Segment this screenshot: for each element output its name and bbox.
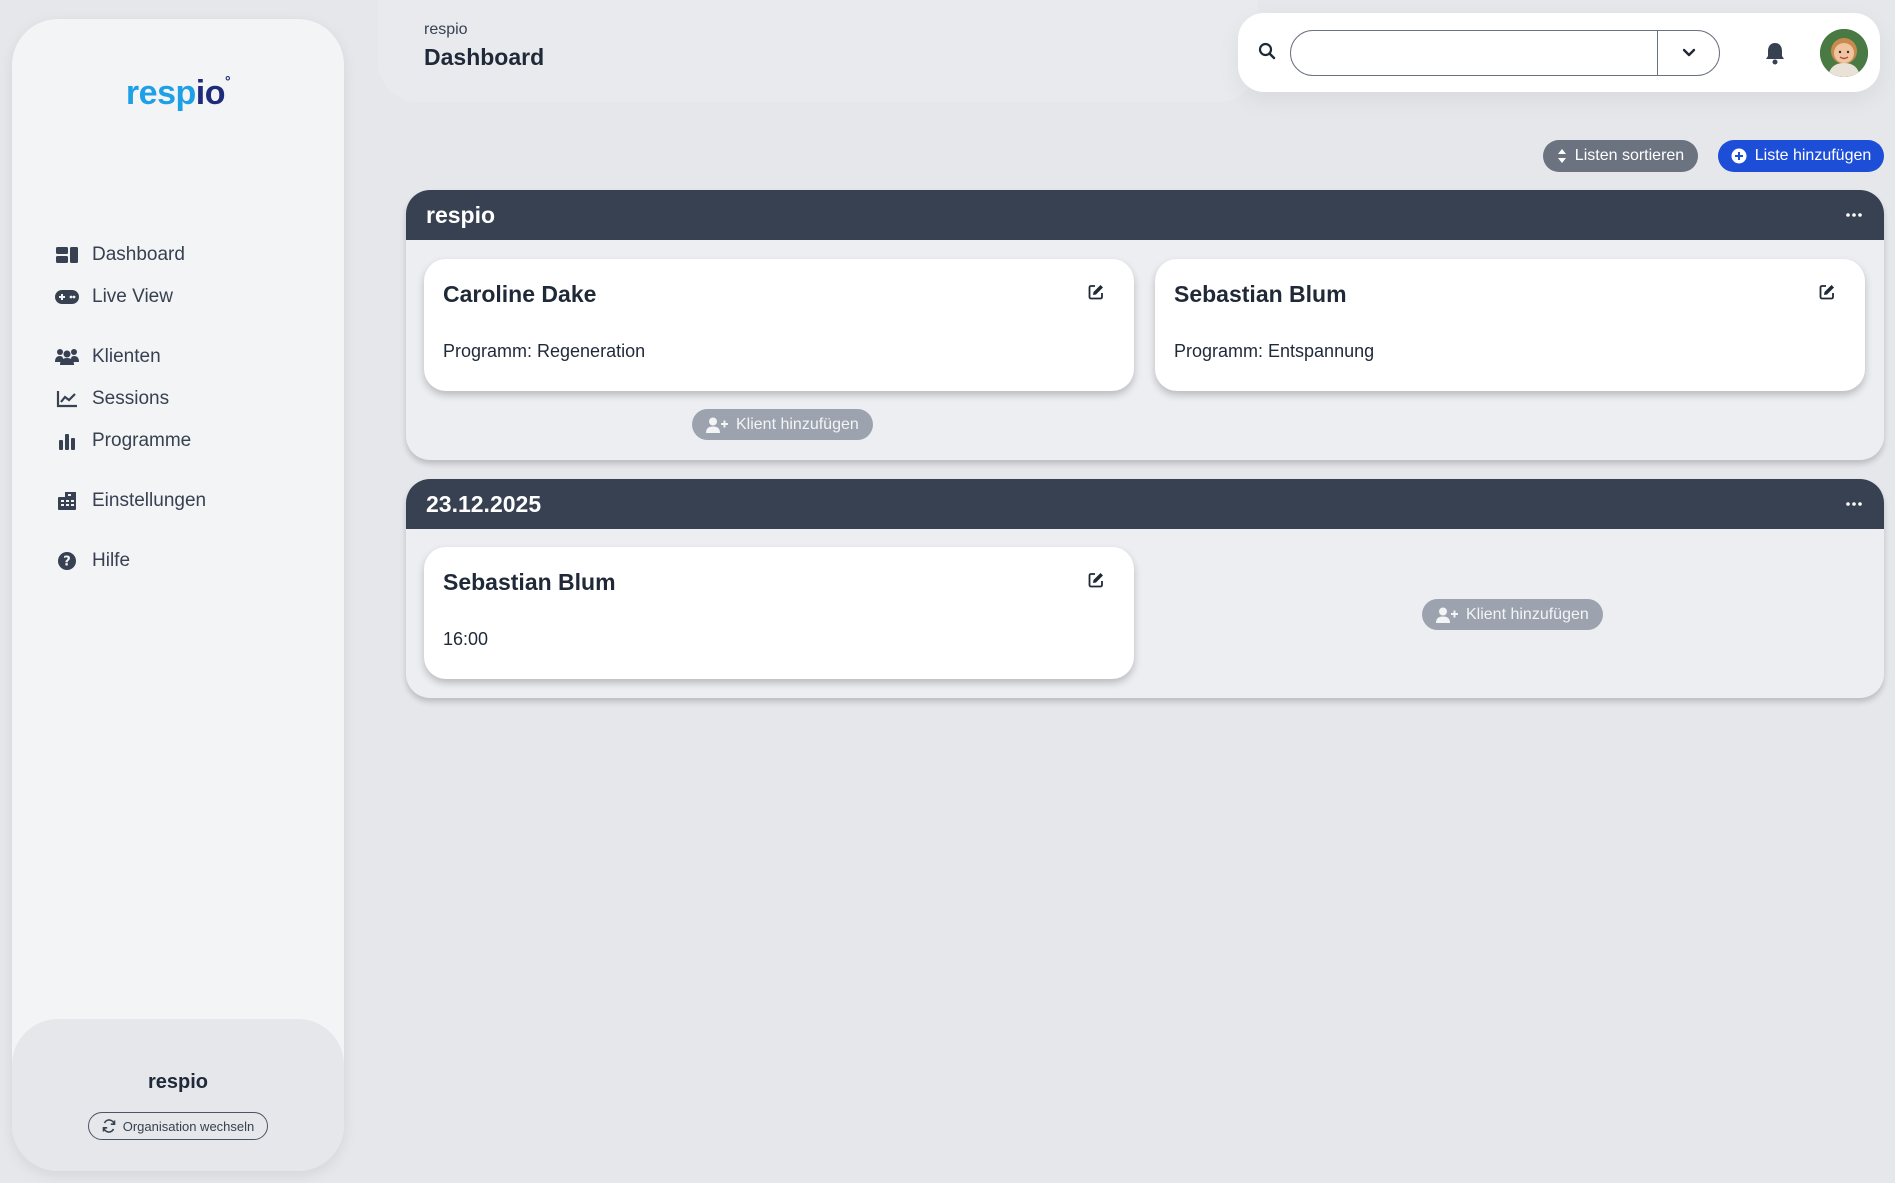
sidebar-item-label: Klienten [92,346,161,367]
dashboard-icon [54,245,80,265]
list-title: 23.12.2025 [426,490,542,517]
chart-bar-icon [54,431,80,451]
sidebar-item-label: Live View [92,286,173,307]
sort-icon [1557,149,1566,163]
switch-organization-label: Organisation wechseln [122,1118,255,1134]
sidebar-item-label: Sessions [92,388,170,409]
organization-name: respio [147,1071,209,1093]
users-icon [54,347,80,367]
list-header: 23.12.2025 [406,479,1884,529]
sidebar-item-sessions[interactable]: Sessions [54,378,206,420]
search-dropdown-button[interactable] [1657,31,1719,75]
add-client-label: Klient hinzufügen [1466,605,1589,623]
sync-icon [102,1119,116,1133]
client-name: Sebastian Blum [443,569,616,595]
sidebar-item-hilfe[interactable]: ? Hilfe [54,540,206,582]
client-list: respio Caroline Dake Programm: Regenerat… [406,190,1884,460]
sidebar-nav: Dashboard Live View Klienten Sessions Pr… [54,234,206,582]
user-avatar[interactable] [1820,29,1868,77]
edit-icon[interactable] [1088,284,1104,305]
edit-icon[interactable] [1819,284,1835,305]
gamepad-icon [54,287,80,307]
chart-line-icon [54,389,80,409]
plus-circle-icon [1731,148,1747,164]
logo[interactable]: respio° [12,72,344,113]
sidebar-footer: respio Organisation wechseln [12,1019,344,1171]
client-session-time: 16:00 [443,629,489,649]
page-title: Dashboard [424,44,545,70]
sidebar-item-klienten[interactable]: Klienten [54,336,206,378]
add-client-button[interactable]: Klient hinzufügen [1422,599,1603,630]
top-bar [1238,13,1880,92]
logo-text-secondary: io [195,74,226,112]
search-input[interactable] [1291,31,1657,75]
add-client-label: Klient hinzufügen [736,415,859,433]
switch-organization-button[interactable]: Organisation wechseln [88,1112,268,1140]
notifications-bell-icon[interactable] [1764,41,1786,70]
chevron-down-icon [1682,48,1695,57]
svg-text:?: ? [63,555,71,570]
list-header: respio [406,190,1884,240]
search-icon [1258,42,1276,65]
edit-icon[interactable] [1088,572,1104,593]
sort-lists-label: Listen sortieren [1574,147,1685,164]
list-title: respio [426,201,496,228]
sidebar-item-label: Einstellungen [92,490,207,511]
sidebar-item-label: Programme [92,430,192,451]
page-header: respio Dashboard [378,0,1258,102]
sidebar-item-live-view[interactable]: Live View [54,276,206,318]
breadcrumb[interactable]: respio [424,21,468,39]
more-options-icon[interactable] [1844,494,1864,514]
client-program: Programm: Entspannung [1174,341,1375,361]
logo-text-primary: resp [125,74,196,112]
client-card[interactable]: Sebastian Blum Programm: Entspannung [1155,259,1865,391]
user-plus-icon [1436,607,1458,623]
client-name: Sebastian Blum [1174,281,1347,307]
add-client-button[interactable]: Klient hinzufügen [692,409,873,440]
client-list: 23.12.2025 Sebastian Blum 16:00 Klient h… [406,479,1884,698]
more-options-icon[interactable] [1844,205,1864,225]
client-program: Programm: Regeneration [443,341,646,361]
client-name: Caroline Dake [443,281,597,307]
user-plus-icon [706,417,728,433]
sidebar-item-programme[interactable]: Programme [54,420,206,462]
sidebar-item-label: Hilfe [92,550,131,571]
add-list-button[interactable]: Liste hinzufügen [1718,140,1884,172]
sort-lists-button[interactable]: Listen sortieren [1543,140,1698,172]
sidebar: respio° Dashboard Live View Klienten Ses… [12,19,344,1171]
sidebar-item-einstellungen[interactable]: Einstellungen [54,480,206,522]
question-circle-icon: ? [54,551,80,571]
sidebar-item-label: Dashboard [92,244,185,265]
client-card[interactable]: Sebastian Blum 16:00 [424,547,1134,679]
building-icon [54,491,80,511]
search-box [1290,30,1720,76]
client-card[interactable]: Caroline Dake Programm: Regeneration [424,259,1134,391]
add-list-label: Liste hinzufügen [1754,147,1872,164]
sidebar-item-dashboard[interactable]: Dashboard [54,234,206,276]
logo-mark: ° [224,72,231,89]
